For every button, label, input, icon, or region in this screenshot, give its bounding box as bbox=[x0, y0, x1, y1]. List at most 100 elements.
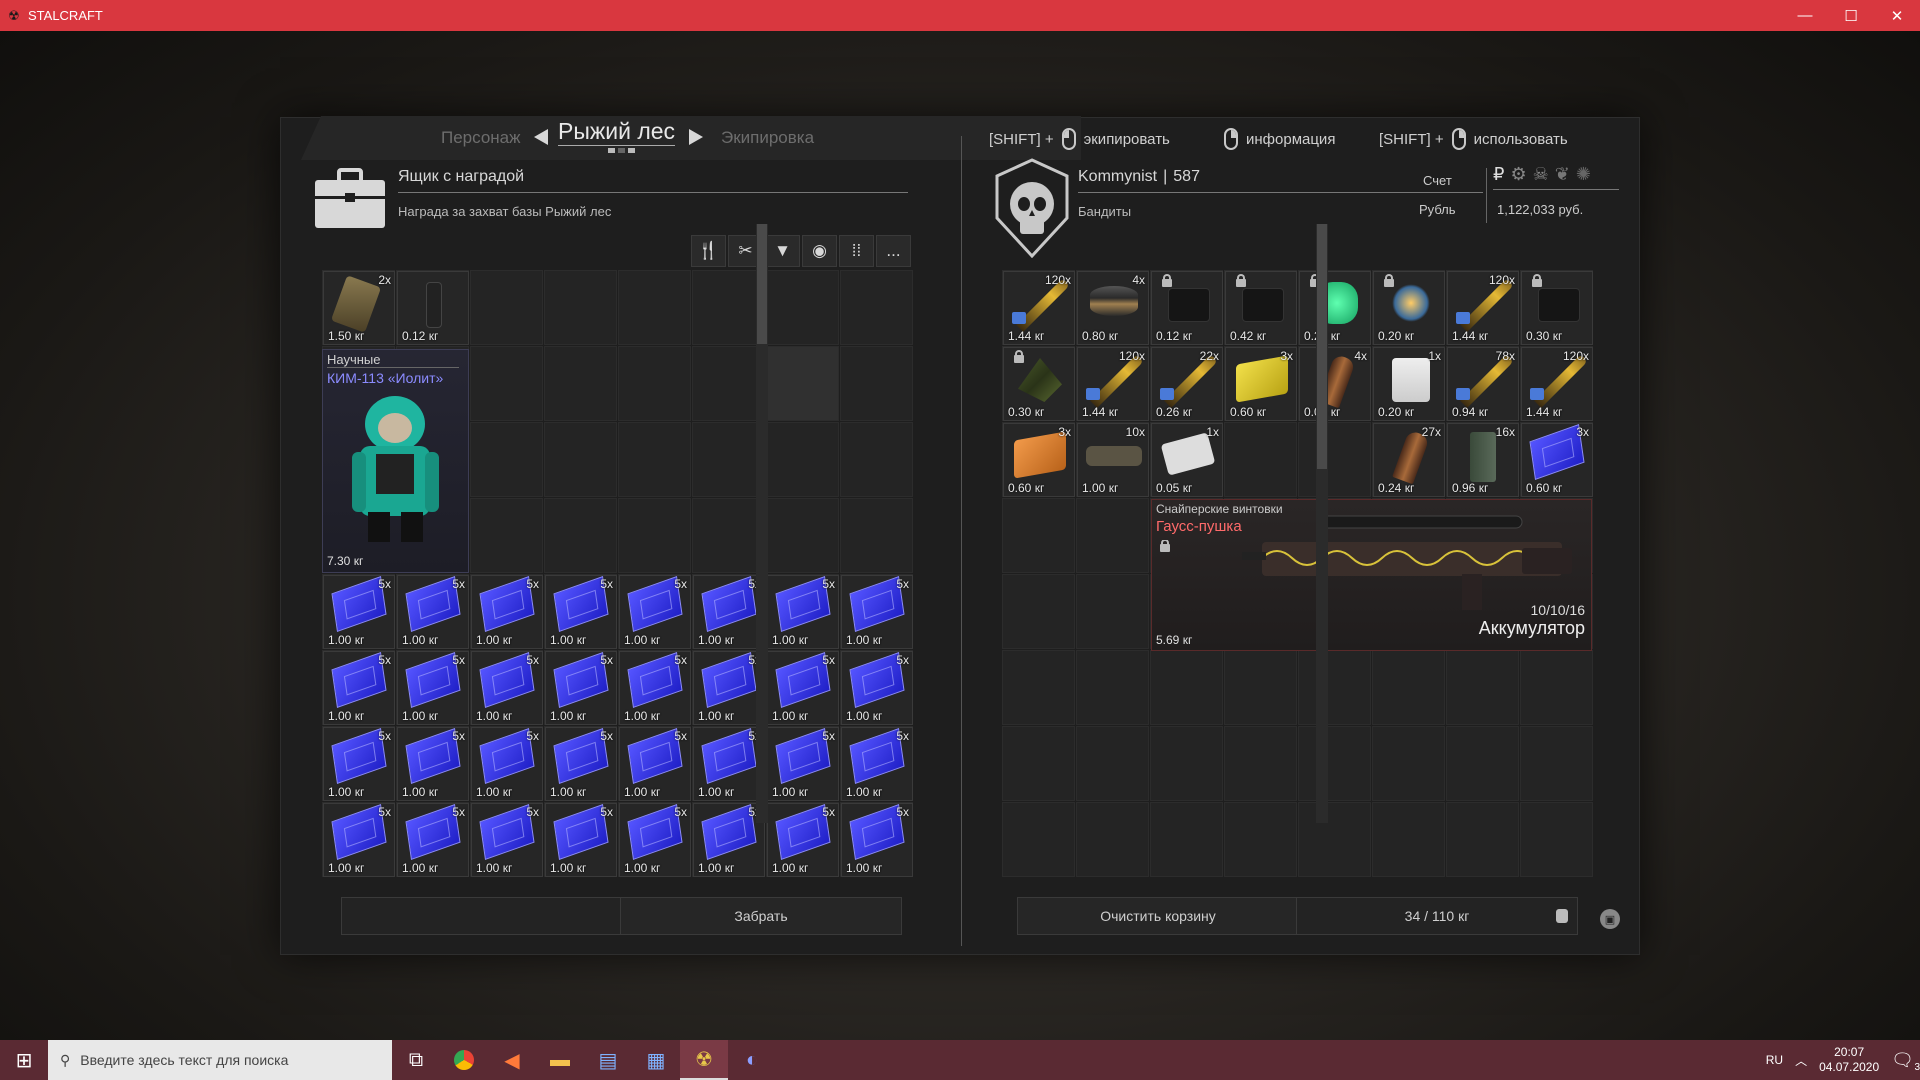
backpack-item-shell[interactable]: 4x0.04 кг bbox=[1299, 347, 1371, 421]
grid-cell[interactable] bbox=[766, 498, 839, 573]
book-item[interactable]: 5x 1.00 кг bbox=[619, 803, 691, 877]
backpack-item-camo[interactable]: 0.30 кг bbox=[1003, 347, 1075, 421]
wings-icon[interactable]: ❦ bbox=[1555, 164, 1570, 185]
grid-cell[interactable] bbox=[1298, 422, 1371, 497]
left-scrollbar[interactable] bbox=[756, 224, 768, 823]
ration-item[interactable]: 2x 1.50 кг bbox=[323, 271, 395, 345]
tab-equipment[interactable]: Экипировка bbox=[721, 128, 814, 148]
grid-cell[interactable] bbox=[1224, 802, 1297, 877]
book-item[interactable]: 5x 1.00 кг bbox=[471, 727, 543, 801]
grid-cell[interactable] bbox=[1002, 498, 1075, 573]
grid-cell[interactable] bbox=[1002, 574, 1075, 649]
left-scroll-thumb[interactable] bbox=[757, 224, 767, 344]
backpack-item-shell[interactable]: 27x 0.24 кг bbox=[1373, 423, 1445, 497]
book-item[interactable]: 5x 1.00 кг bbox=[767, 727, 839, 801]
grid-cell[interactable] bbox=[470, 270, 543, 345]
grid-cell[interactable] bbox=[1150, 802, 1223, 877]
grid-cell[interactable] bbox=[1520, 650, 1593, 725]
grid-cell[interactable] bbox=[618, 270, 691, 345]
grid-cell[interactable] bbox=[470, 498, 543, 573]
book-item[interactable]: 5x 1.00 кг bbox=[619, 727, 691, 801]
book-item[interactable]: 5x 1.00 кг bbox=[693, 803, 765, 877]
backpack-item-jar[interactable]: 1x 0.20 кг bbox=[1373, 347, 1445, 421]
backpack-item-book[interactable]: 3x 0.60 кг bbox=[1521, 423, 1593, 497]
book-item[interactable]: 5x 1.00 кг bbox=[545, 651, 617, 725]
calculator-icon[interactable]: ▦ bbox=[632, 1040, 680, 1080]
book-item[interactable]: 5x 1.00 кг bbox=[767, 575, 839, 649]
book-item[interactable]: 5x 1.00 кг bbox=[841, 651, 913, 725]
backpack-item-bullet[interactable]: 120x 1.44 кг bbox=[1003, 271, 1075, 345]
grid-cell[interactable] bbox=[618, 346, 691, 421]
grid-cell[interactable] bbox=[692, 346, 765, 421]
grid-cell[interactable] bbox=[1520, 802, 1593, 877]
backpack-item-bullet[interactable]: 120x 1.44 кг bbox=[1447, 271, 1519, 345]
grid-cell[interactable] bbox=[1298, 650, 1371, 725]
window-titlebar[interactable]: ☢ STALCRAFT — ☐ ✕ bbox=[0, 0, 1920, 31]
grid-cell[interactable] bbox=[1520, 726, 1593, 801]
notepad-icon[interactable]: ▤ bbox=[584, 1040, 632, 1080]
language-indicator[interactable]: RU bbox=[1766, 1053, 1783, 1067]
grid-cell[interactable] bbox=[1002, 650, 1075, 725]
backpack-item-bullet[interactable]: 120x 1.44 кг bbox=[1521, 347, 1593, 421]
suit-item[interactable]: Научные КИМ-113 «Иолит» 7.30 кг bbox=[322, 349, 469, 573]
backpack-item-dark[interactable]: 0.12 кг bbox=[1151, 271, 1223, 345]
tray-chevron-icon[interactable]: ︿ bbox=[1795, 1052, 1807, 1069]
file-explorer-icon[interactable]: ▬ bbox=[536, 1040, 584, 1080]
grid-cell[interactable] bbox=[1002, 802, 1075, 877]
grid-cell[interactable] bbox=[1298, 802, 1371, 877]
book-item[interactable]: 5x 1.00 кг bbox=[471, 651, 543, 725]
clock[interactable]: 20:07 04.07.2020 bbox=[1819, 1045, 1879, 1075]
task-view-icon[interactable]: ⧉ bbox=[392, 1040, 440, 1080]
minimize-button[interactable]: — bbox=[1782, 0, 1828, 31]
grid-cell[interactable] bbox=[1150, 650, 1223, 725]
grid-cell[interactable] bbox=[1224, 650, 1297, 725]
grid-cell[interactable] bbox=[840, 422, 913, 497]
book-item[interactable]: 5x 1.00 кг bbox=[841, 727, 913, 801]
book-item[interactable]: 5x 1.00 кг bbox=[397, 803, 469, 877]
notification-icon[interactable]: 🗨 3 bbox=[1891, 1050, 1920, 1073]
grid-cell[interactable] bbox=[618, 422, 691, 497]
grip-item[interactable]: 0.12 кг bbox=[397, 271, 469, 345]
grid-cell[interactable] bbox=[1372, 802, 1445, 877]
backpack-item-bullet[interactable]: 120x 1.44 кг bbox=[1077, 347, 1149, 421]
prev-arrow-icon[interactable] bbox=[534, 129, 548, 145]
gear-icon[interactable]: ⚙ bbox=[1510, 164, 1526, 185]
grid-cell[interactable] bbox=[544, 498, 617, 573]
book-item[interactable]: 5x 1.00 кг bbox=[323, 727, 395, 801]
maximize-button[interactable]: ☐ bbox=[1828, 0, 1874, 31]
ruble-icon[interactable]: ₽ bbox=[1493, 164, 1504, 185]
book-item[interactable]: 5x 1.00 кг bbox=[471, 575, 543, 649]
chrome-icon[interactable] bbox=[440, 1040, 488, 1080]
grid-cell[interactable] bbox=[692, 422, 765, 497]
grid-cell[interactable] bbox=[840, 498, 913, 573]
backpack-item-dark[interactable]: 0.42 кг bbox=[1225, 271, 1297, 345]
book-item[interactable]: 5x 1.00 кг bbox=[545, 575, 617, 649]
grid-cell[interactable] bbox=[544, 270, 617, 345]
grid-cell[interactable] bbox=[544, 422, 617, 497]
backpack-item-artifact[interactable]: 0.20 кг bbox=[1373, 271, 1445, 345]
backpack-item-yellow-book[interactable]: 3x 0.60 кг bbox=[1225, 347, 1297, 421]
grid-cell[interactable] bbox=[1002, 726, 1075, 801]
vest-icon[interactable]: ▼ bbox=[765, 235, 800, 267]
book-item[interactable]: 5x 1.00 кг bbox=[397, 727, 469, 801]
close-button[interactable]: ✕ bbox=[1874, 0, 1920, 31]
backpack-item-dark[interactable]: 0.30 кг bbox=[1521, 271, 1593, 345]
book-item[interactable]: 5x 1.00 кг bbox=[767, 803, 839, 877]
book-item[interactable]: 5x 1.00 кг bbox=[397, 651, 469, 725]
book-item[interactable]: 5x 1.00 кг bbox=[471, 803, 543, 877]
ammo-icon[interactable]: ⁞⁞ bbox=[839, 235, 874, 267]
skull-icon[interactable]: ☠ bbox=[1533, 164, 1549, 185]
currency-selector[interactable]: ₽ ⚙ ☠ ❦ ✺ bbox=[1493, 164, 1619, 190]
grid-cell[interactable] bbox=[470, 346, 543, 421]
book-item[interactable]: 5x 1.00 кг bbox=[545, 803, 617, 877]
book-item[interactable]: 5x 1.00 кг bbox=[841, 803, 913, 877]
grid-cell[interactable] bbox=[1076, 802, 1149, 877]
book-item[interactable]: 5x 1.00 кг bbox=[323, 575, 395, 649]
backpack-item-bullet[interactable]: 22x 0.26 кг bbox=[1151, 347, 1223, 421]
grid-cell[interactable] bbox=[544, 346, 617, 421]
book-item[interactable]: 5x 1.00 кг bbox=[693, 651, 765, 725]
grid-cell[interactable] bbox=[766, 270, 839, 345]
book-item[interactable]: 5x 1.00 кг bbox=[841, 575, 913, 649]
grid-cell[interactable] bbox=[1224, 726, 1297, 801]
stalcraft-taskbar-icon[interactable]: ☢ bbox=[680, 1040, 728, 1080]
